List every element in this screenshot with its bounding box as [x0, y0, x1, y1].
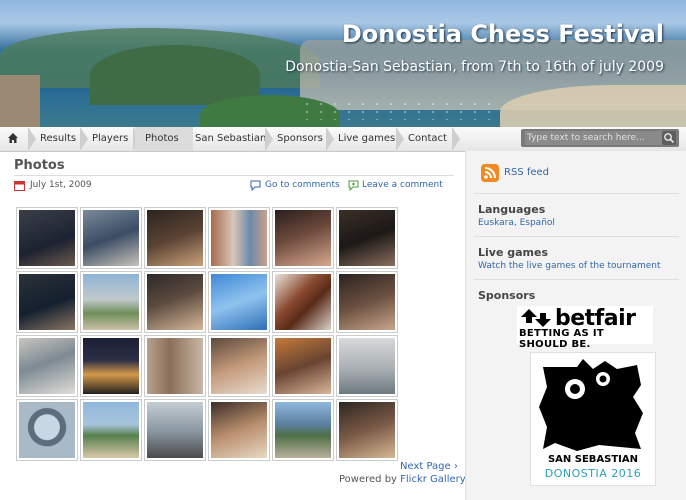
gallery-thumb[interactable]: [208, 271, 270, 333]
gallery-thumb[interactable]: [144, 399, 206, 461]
gallery-thumb[interactable]: [80, 271, 142, 333]
photo-thumbnail: [19, 402, 75, 458]
gallery-thumb[interactable]: [80, 399, 142, 461]
languages-links[interactable]: Euskara, Español: [478, 218, 678, 228]
betfair-arrows-icon: [521, 309, 551, 327]
photo-thumbnail: [211, 402, 267, 458]
home-icon: [8, 133, 18, 143]
gallery-thumb[interactable]: [336, 271, 398, 333]
gallery-thumb[interactable]: [272, 207, 334, 269]
gallery-thumb[interactable]: [272, 399, 334, 461]
sponsors-heading: Sponsors: [478, 289, 536, 302]
gallery-thumb[interactable]: [16, 271, 78, 333]
powered-prefix: Powered by: [339, 474, 397, 485]
search-icon[interactable]: [662, 131, 676, 145]
gallery-thumb[interactable]: [80, 207, 142, 269]
photo-thumbnail: [211, 338, 267, 394]
calendar-icon: [14, 181, 25, 191]
photo-thumbnail: [211, 274, 267, 330]
gallery-thumb[interactable]: [336, 335, 398, 397]
betfair-sponsor[interactable]: betfair BETTING AS IT SHOULD BE.: [517, 306, 653, 350]
nav-item-players[interactable]: Players: [82, 127, 138, 151]
comments-icon: [250, 180, 261, 191]
site-title[interactable]: Donostia Chess Festival: [342, 20, 664, 48]
banner-rock: [0, 75, 40, 127]
photo-thumbnail: [19, 274, 75, 330]
nav-home[interactable]: [0, 127, 28, 151]
photo-thumbnail: [147, 210, 203, 266]
sidebar-divider: [474, 279, 679, 280]
live-games-link[interactable]: Watch the live games of the tournament: [478, 261, 678, 271]
gallery-thumb[interactable]: [144, 271, 206, 333]
nav-separator: [452, 127, 460, 151]
photo-thumbnail: [147, 274, 203, 330]
search-input[interactable]: [525, 131, 663, 145]
nav-item-sponsors[interactable]: Sponsors: [267, 127, 333, 151]
gallery-thumb[interactable]: [336, 207, 398, 269]
photo-thumbnail: [339, 402, 395, 458]
photo-thumbnail: [147, 338, 203, 394]
ss-line-2: DONOSTIA 2016: [544, 467, 642, 480]
photo-thumbnail: [211, 210, 267, 266]
nav-item-contact[interactable]: Contact: [398, 127, 457, 151]
photo-thumbnail: [339, 210, 395, 266]
nav-item-results[interactable]: Results: [30, 127, 86, 151]
live-games-section: Live games Watch the live games of the t…: [478, 246, 678, 271]
photo-thumbnail: [19, 210, 75, 266]
post-date-wrap: July 1st, 2009: [14, 180, 92, 191]
gallery-thumb[interactable]: [272, 271, 334, 333]
ss-line-1: SAN SEBASTIAN: [547, 454, 639, 465]
gallery-thumb[interactable]: [144, 335, 206, 397]
powered-by: Powered by Flickr Gallery: [339, 474, 466, 485]
photo-thumbnail: [339, 338, 395, 394]
rss-icon[interactable]: [481, 164, 499, 182]
photo-thumbnail: [83, 402, 139, 458]
site-subtitle: Donostia-San Sebastian, from 7th to 16th…: [285, 59, 664, 75]
gallery-thumb[interactable]: [208, 335, 270, 397]
flickr-gallery-link[interactable]: Flickr Gallery: [400, 474, 466, 485]
gallery-thumb[interactable]: [80, 335, 142, 397]
banner-island: [90, 45, 260, 105]
leave-comment-link[interactable]: Leave a comment: [362, 180, 443, 190]
nav-item-live-games[interactable]: Live games: [328, 127, 405, 151]
betfair-tagline: BETTING AS IT SHOULD BE.: [519, 328, 604, 350]
gallery-thumb[interactable]: [336, 399, 398, 461]
add-comment-icon: [348, 180, 359, 191]
live-games-heading: Live games: [478, 246, 549, 259]
gallery-thumb[interactable]: [16, 399, 78, 461]
next-page-link[interactable]: Next Page ›: [400, 461, 458, 472]
rss-feed-link[interactable]: RSS feed: [504, 167, 549, 178]
gallery-thumb[interactable]: [16, 335, 78, 397]
post-date: July 1st, 2009: [30, 180, 92, 190]
gallery-thumb[interactable]: [16, 207, 78, 269]
photo-thumbnail: [275, 274, 331, 330]
photo-thumbnail: [147, 402, 203, 458]
languages-section: Languages Euskara, Español: [478, 203, 678, 228]
photo-thumbnail: [275, 210, 331, 266]
header-banner: Donostia Chess Festival Donostia-San Seb…: [0, 0, 686, 127]
san-sebastian-2016-sponsor[interactable]: SAN SEBASTIAN DONOSTIA 2016: [530, 352, 656, 486]
sidebar-divider: [474, 193, 679, 194]
goto-comments-link[interactable]: Go to comments: [265, 180, 340, 190]
photo-thumbnail: [339, 274, 395, 330]
donostia-2016-logo-icon: [539, 359, 643, 451]
sidebar-divider: [474, 236, 679, 237]
photo-thumbnail: [275, 402, 331, 458]
gallery-thumb[interactable]: [208, 399, 270, 461]
gallery-thumb[interactable]: [144, 207, 206, 269]
main-content: Photos July 1st, 2009 Go to comments Lea…: [14, 158, 454, 191]
photo-thumbnail: [275, 338, 331, 394]
gallery-thumb[interactable]: [272, 335, 334, 397]
photo-thumbnail: [83, 338, 139, 394]
nav-item-san-sebastian[interactable]: San Sebastian: [185, 127, 276, 151]
sponsors-section: Sponsors: [478, 289, 678, 302]
banner-boats: [300, 100, 500, 120]
photo-thumbnail: [83, 210, 139, 266]
photo-thumbnail: [19, 338, 75, 394]
languages-heading: Languages: [478, 203, 546, 216]
search-box: [521, 129, 679, 147]
gallery-thumb[interactable]: [208, 207, 270, 269]
post-meta: July 1st, 2009 Go to comments Leave a co…: [14, 175, 454, 195]
photo-thumbnail: [83, 274, 139, 330]
